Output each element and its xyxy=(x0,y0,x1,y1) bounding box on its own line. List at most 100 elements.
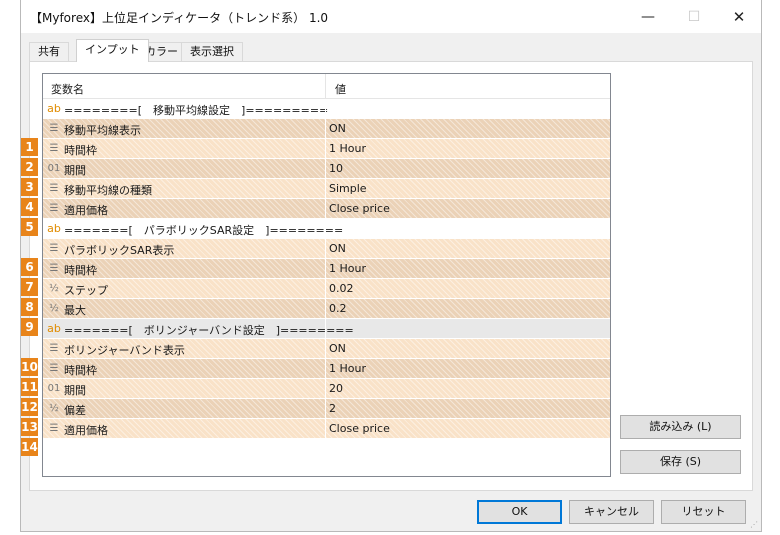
title-bar[interactable]: 【Myforex】上位足インディケータ（トレンド系） 1.0 — ☐ ✕ xyxy=(21,0,761,33)
column-divider xyxy=(325,299,326,319)
row-number-badge: 11 xyxy=(21,378,38,396)
parameter-name: 偏差 xyxy=(64,404,86,417)
parameter-value[interactable]: ON xyxy=(329,342,346,355)
parameter-row[interactable]: ☰ 時間枠 1 Hour xyxy=(43,139,610,159)
row-number-badge: 7 xyxy=(21,278,38,296)
parameter-name: ========[ 移動平均線設定 ]========= xyxy=(64,104,329,117)
column-divider xyxy=(325,119,326,139)
parameter-value[interactable]: Simple xyxy=(329,182,367,195)
section-header-row[interactable]: ab ========[ 移動平均線設定 ]========= xyxy=(43,99,610,119)
tab-common[interactable]: 共有 xyxy=(29,42,69,61)
parameter-name: 移動平均線表示 xyxy=(64,124,141,137)
section-header-row[interactable]: ab =======[ ボリンジャーバンド設定 ]======== xyxy=(43,319,610,339)
parameter-row[interactable]: ☰ 時間枠 1 Hour xyxy=(43,259,610,279)
parameter-value[interactable]: ON xyxy=(329,122,346,135)
row-number-badge: 8 xyxy=(21,298,38,316)
row-number-badge: 4 xyxy=(21,198,38,216)
column-divider xyxy=(325,399,326,419)
row-number-badge: 9 xyxy=(21,318,38,336)
parameter-grid: 変数名 値 ab ========[ 移動平均線設定 ]========= ☰ 移動平… xyxy=(42,73,611,477)
row-number-badge: 6 xyxy=(21,258,38,276)
tab-inputs[interactable]: インプット xyxy=(76,39,149,62)
parameter-value[interactable]: 0.02 xyxy=(329,282,354,295)
fraction-half-icon: ½ xyxy=(49,303,59,314)
parameter-value[interactable]: 1 Hour xyxy=(329,142,366,155)
tab-display-select[interactable]: 表示選択 xyxy=(181,42,243,61)
header-variable-name[interactable]: 変数名 xyxy=(51,81,84,97)
window-title: 【Myforex】上位足インディケータ（トレンド系） 1.0 xyxy=(30,11,329,25)
section-header-row[interactable]: ab =======[ パラボリックSAR設定 ]======== xyxy=(43,219,610,239)
parameter-value[interactable]: 10 xyxy=(329,162,343,175)
parameter-row[interactable]: ☰ 移動平均線の種類 Simple xyxy=(43,179,610,199)
parameter-name: ボリンジャーバンド表示 xyxy=(64,344,185,357)
parameter-value[interactable]: 20 xyxy=(329,382,343,395)
save-button[interactable]: 保存 (S) xyxy=(620,450,741,474)
parameter-name: 適用価格 xyxy=(64,424,108,437)
list-enum-icon: ☰ xyxy=(49,363,59,374)
column-divider xyxy=(325,199,326,219)
parameter-row[interactable]: ☰ ボリンジャーバンド表示 ON xyxy=(43,339,610,359)
parameter-row[interactable]: ☰ 移動平均線表示 ON xyxy=(43,119,610,139)
parameter-value[interactable]: 1 Hour xyxy=(329,362,366,375)
column-divider xyxy=(325,139,326,159)
column-divider xyxy=(325,259,326,279)
column-divider xyxy=(325,379,326,399)
parameter-row[interactable]: 01 期間 20 xyxy=(43,379,610,399)
parameter-value[interactable]: 0.2 xyxy=(329,302,347,315)
list-enum-icon: ☰ xyxy=(49,123,59,134)
maximize-button[interactable]: ☐ xyxy=(671,0,717,33)
header-divider[interactable] xyxy=(325,74,326,99)
text-ab-icon: ab xyxy=(47,322,61,335)
close-button[interactable]: ✕ xyxy=(716,0,762,33)
parameter-value[interactable]: Close price xyxy=(329,422,390,435)
list-enum-icon: ☰ xyxy=(49,263,59,274)
list-enum-icon: ☰ xyxy=(49,343,59,354)
parameter-name: 時間枠 xyxy=(64,364,97,377)
parameter-row[interactable]: ½ 最大 0.2 xyxy=(43,299,610,319)
column-divider xyxy=(325,279,326,299)
parameter-name: 期間 xyxy=(64,164,86,177)
resize-grip-icon[interactable]: ⋰ xyxy=(750,520,760,530)
column-divider xyxy=(325,339,326,359)
list-enum-icon: ☰ xyxy=(49,143,59,154)
parameter-row[interactable]: 01 期間 10 xyxy=(43,159,610,179)
parameter-name: 時間枠 xyxy=(64,144,97,157)
parameter-name: ステップ xyxy=(64,284,108,297)
parameter-row[interactable]: ☰ 適用価格 Close price xyxy=(43,419,610,439)
fraction-half-icon: ½ xyxy=(49,403,59,414)
parameter-value[interactable]: 1 Hour xyxy=(329,262,366,275)
parameter-row[interactable]: ☰ 時間枠 1 Hour xyxy=(43,359,610,379)
row-number-badge: 3 xyxy=(21,178,38,196)
column-divider xyxy=(325,419,326,439)
fraction-half-icon: ½ xyxy=(49,283,59,294)
parameter-name: 最大 xyxy=(64,304,86,317)
integer-01-icon: 01 xyxy=(47,383,61,394)
text-ab-icon: ab xyxy=(47,102,61,115)
parameter-value[interactable]: Close price xyxy=(329,202,390,215)
text-ab-icon: ab xyxy=(47,222,61,235)
parameter-row[interactable]: ½ 偏差 2 xyxy=(43,399,610,419)
column-divider xyxy=(325,359,326,379)
reset-button[interactable]: リセット xyxy=(661,500,746,524)
parameter-name: 移動平均線の種類 xyxy=(64,184,152,197)
parameter-row[interactable]: ☰ パラボリックSAR表示 ON xyxy=(43,239,610,259)
column-divider xyxy=(325,219,326,239)
row-number-badge: 12 xyxy=(21,398,38,416)
row-number-badge: 2 xyxy=(21,158,38,176)
list-enum-icon: ☰ xyxy=(49,423,59,434)
parameter-value[interactable]: ON xyxy=(329,242,346,255)
parameter-row[interactable]: ☰ 適用価格 Close price xyxy=(43,199,610,219)
parameter-value[interactable]: 2 xyxy=(329,402,336,415)
list-enum-icon: ☰ xyxy=(49,183,59,194)
ok-button[interactable]: OK xyxy=(477,500,562,524)
minimize-button[interactable]: — xyxy=(625,0,671,33)
parameter-row[interactable]: ½ ステップ 0.02 xyxy=(43,279,610,299)
load-button[interactable]: 読み込み (L) xyxy=(620,415,741,439)
header-value[interactable]: 値 xyxy=(335,81,346,97)
parameter-name: パラボリックSAR表示 xyxy=(64,244,175,257)
parameter-name: =======[ パラボリックSAR設定 ]======== xyxy=(64,224,344,237)
column-divider xyxy=(325,99,326,119)
grid-header: 変数名 値 xyxy=(43,74,610,99)
column-divider xyxy=(325,179,326,199)
cancel-button[interactable]: キャンセル xyxy=(569,500,654,524)
